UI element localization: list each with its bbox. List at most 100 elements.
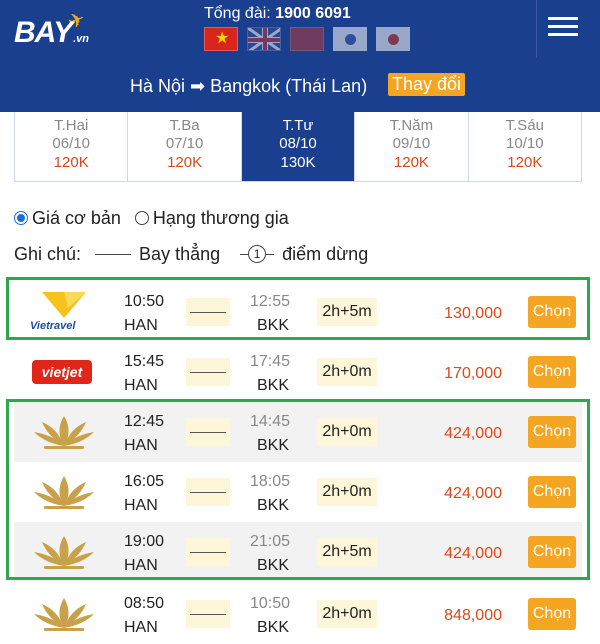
legend-direct-label: Bay thẳng bbox=[139, 243, 221, 264]
arrival-time: 10:50 bbox=[250, 595, 291, 612]
date-tab-price: 130K bbox=[280, 154, 316, 171]
date-tab-4[interactable]: T.Sáu 10/10 120K bbox=[469, 112, 581, 181]
date-tab-0[interactable]: T.Hai 06/10 120K bbox=[15, 112, 129, 181]
arrival-code: BKK bbox=[257, 377, 290, 394]
date-tab-3[interactable]: T.Năm 09/10 120K bbox=[355, 112, 469, 181]
flight-row[interactable]: 19:00 HAN 21:05 BKK 2h+5m 424,000 Chọn bbox=[14, 522, 582, 582]
date-tab-price: 120K bbox=[53, 154, 89, 171]
departure-time: 16:05 bbox=[124, 473, 165, 490]
direct-flight-icon bbox=[186, 298, 230, 326]
legend-note-label: Ghi chú: bbox=[14, 243, 82, 264]
date-tab-day: 08/10 bbox=[279, 135, 317, 152]
date-tab-1[interactable]: T.Ba 07/10 120K bbox=[128, 112, 242, 181]
arrival-time: 21:05 bbox=[250, 533, 291, 550]
flight-duration: 2h+0m bbox=[317, 478, 377, 506]
departure-time: 12:45 bbox=[124, 413, 165, 430]
japan-flag-icon[interactable] bbox=[376, 27, 410, 51]
hotline-label: Tổng đài: bbox=[204, 5, 271, 22]
date-tab-price: 120K bbox=[507, 154, 543, 171]
arrival-time: 17:45 bbox=[250, 353, 291, 370]
flight-row[interactable]: 08:50 HAN 10:50 BKK 2h+0m 848,000 Chọn bbox=[14, 584, 582, 644]
departure-time: 19:00 bbox=[124, 533, 165, 550]
date-tab-price: 120K bbox=[167, 154, 203, 171]
legend-stop-label: điểm dừng bbox=[282, 243, 369, 264]
hotline: Tổng đài: 1900 6091 bbox=[204, 5, 351, 23]
flight-duration: 2h+0m bbox=[317, 600, 377, 628]
flight-price: 424,000 bbox=[444, 425, 502, 442]
flight-price: 848,000 bbox=[444, 607, 502, 624]
vietjet-logo-text: vietjet bbox=[32, 360, 92, 384]
abay-logo[interactable]: ✈ BAY.vn bbox=[12, 8, 122, 50]
flight-duration: 2h+5m bbox=[317, 298, 377, 326]
select-flight-button[interactable]: Chọn bbox=[528, 598, 576, 630]
arrival-code: BKK bbox=[257, 497, 290, 514]
flight-row[interactable]: 16:05 HAN 18:05 BKK 2h+0m 424,000 Chọn bbox=[14, 462, 582, 522]
departure-code: HAN bbox=[124, 557, 158, 574]
select-flight-button[interactable]: Chọn bbox=[528, 476, 576, 508]
arrival-code: BKK bbox=[257, 619, 290, 636]
flight-row[interactable]: vietjet 15:45 HAN 17:45 BKK 2h+0m 170,00… bbox=[14, 342, 582, 402]
flight-duration: 2h+0m bbox=[317, 358, 377, 386]
direct-flight-icon bbox=[186, 538, 230, 566]
flight-price: 424,000 bbox=[444, 545, 502, 562]
flight-duration: 2h+5m bbox=[317, 538, 377, 566]
direct-flight-icon bbox=[186, 478, 230, 506]
basic-fare-label: Giá cơ bản bbox=[32, 207, 121, 228]
route-text: Hà Nội ➡ Bangkok (Thái Lan) bbox=[130, 76, 368, 96]
date-tab-dow: T.Sáu bbox=[505, 117, 544, 134]
logo-main-text: BAY bbox=[14, 16, 73, 49]
date-tab-dow: T.Ba bbox=[169, 117, 200, 134]
direct-line-icon bbox=[95, 253, 132, 255]
hotline-number[interactable]: 1900 6091 bbox=[275, 5, 351, 22]
business-fare-option[interactable]: Hạng thương gia bbox=[134, 208, 289, 229]
date-tab-dow: T.Hai bbox=[54, 117, 89, 134]
departure-code: HAN bbox=[124, 497, 158, 514]
vietjet-logo: vietjet bbox=[22, 350, 106, 394]
departure-code: HAN bbox=[124, 437, 158, 454]
date-tab-day: 06/10 bbox=[52, 135, 90, 152]
departure-code: HAN bbox=[124, 377, 158, 394]
basic-fare-radio[interactable] bbox=[14, 211, 28, 225]
logo-suffix-text: .vn bbox=[73, 33, 90, 45]
select-flight-button[interactable]: Chọn bbox=[528, 416, 576, 448]
stop-number: 1 bbox=[248, 245, 267, 263]
basic-fare-option[interactable]: Giá cơ bản bbox=[14, 208, 121, 229]
select-flight-button[interactable]: Chọn bbox=[528, 356, 576, 388]
select-flight-button[interactable]: Chọn bbox=[528, 536, 576, 568]
korea-flag-icon[interactable] bbox=[333, 27, 367, 51]
arrival-time: 14:45 bbox=[250, 413, 291, 430]
select-flight-button[interactable]: Chọn bbox=[528, 296, 576, 328]
menu-divider bbox=[536, 0, 537, 58]
arrival-time: 12:55 bbox=[250, 293, 291, 310]
date-tabs: T.Hai 06/10 120K T.Ba 07/10 120K T.Tư 08… bbox=[14, 112, 582, 182]
change-route-button[interactable]: Thay đổi bbox=[388, 73, 466, 96]
date-tab-2[interactable]: T.Tư 08/10 130K bbox=[241, 112, 356, 181]
china-flag-icon[interactable] bbox=[290, 27, 324, 51]
arrival-code: BKK bbox=[257, 557, 290, 574]
route-bar: Hà Nội ➡ Bangkok (Thái Lan) Thay đổi bbox=[0, 58, 600, 112]
uk-flag-icon[interactable] bbox=[247, 27, 281, 51]
legend: Ghi chú: Bay thẳng 1 điểm dừng bbox=[14, 242, 368, 266]
date-tab-dow: T.Tư bbox=[282, 117, 314, 134]
vietnam-airlines-lotus-logo bbox=[22, 592, 106, 636]
arrival-code: BKK bbox=[257, 317, 290, 334]
business-fare-radio[interactable] bbox=[134, 211, 149, 225]
vietnam-airlines-lotus-logo bbox=[22, 470, 106, 514]
departure-code: HAN bbox=[124, 619, 158, 636]
direct-flight-icon bbox=[186, 358, 230, 386]
vietnam-flag-icon[interactable] bbox=[204, 27, 238, 51]
hamburger-menu-icon[interactable] bbox=[548, 17, 580, 41]
date-tab-price: 120K bbox=[393, 154, 429, 171]
flight-row[interactable]: 12:45 HAN 14:45 BKK 2h+0m 424,000 Chọn bbox=[14, 402, 582, 462]
departure-code: HAN bbox=[124, 317, 158, 334]
flight-duration: 2h+0m bbox=[317, 418, 377, 446]
vietravel-logo: Vietravel bbox=[22, 290, 106, 334]
flight-row[interactable]: Vietravel 10:50 HAN 12:55 BKK 2h+5m 130,… bbox=[14, 282, 582, 342]
date-tab-day: 07/10 bbox=[165, 135, 204, 152]
direct-flight-icon bbox=[186, 600, 230, 628]
departure-time: 08:50 bbox=[124, 595, 165, 612]
vietnam-airlines-lotus-logo bbox=[22, 410, 106, 454]
flight-price: 130,000 bbox=[444, 305, 502, 322]
arrival-time: 18:05 bbox=[250, 473, 291, 490]
arrival-code: BKK bbox=[257, 437, 290, 454]
